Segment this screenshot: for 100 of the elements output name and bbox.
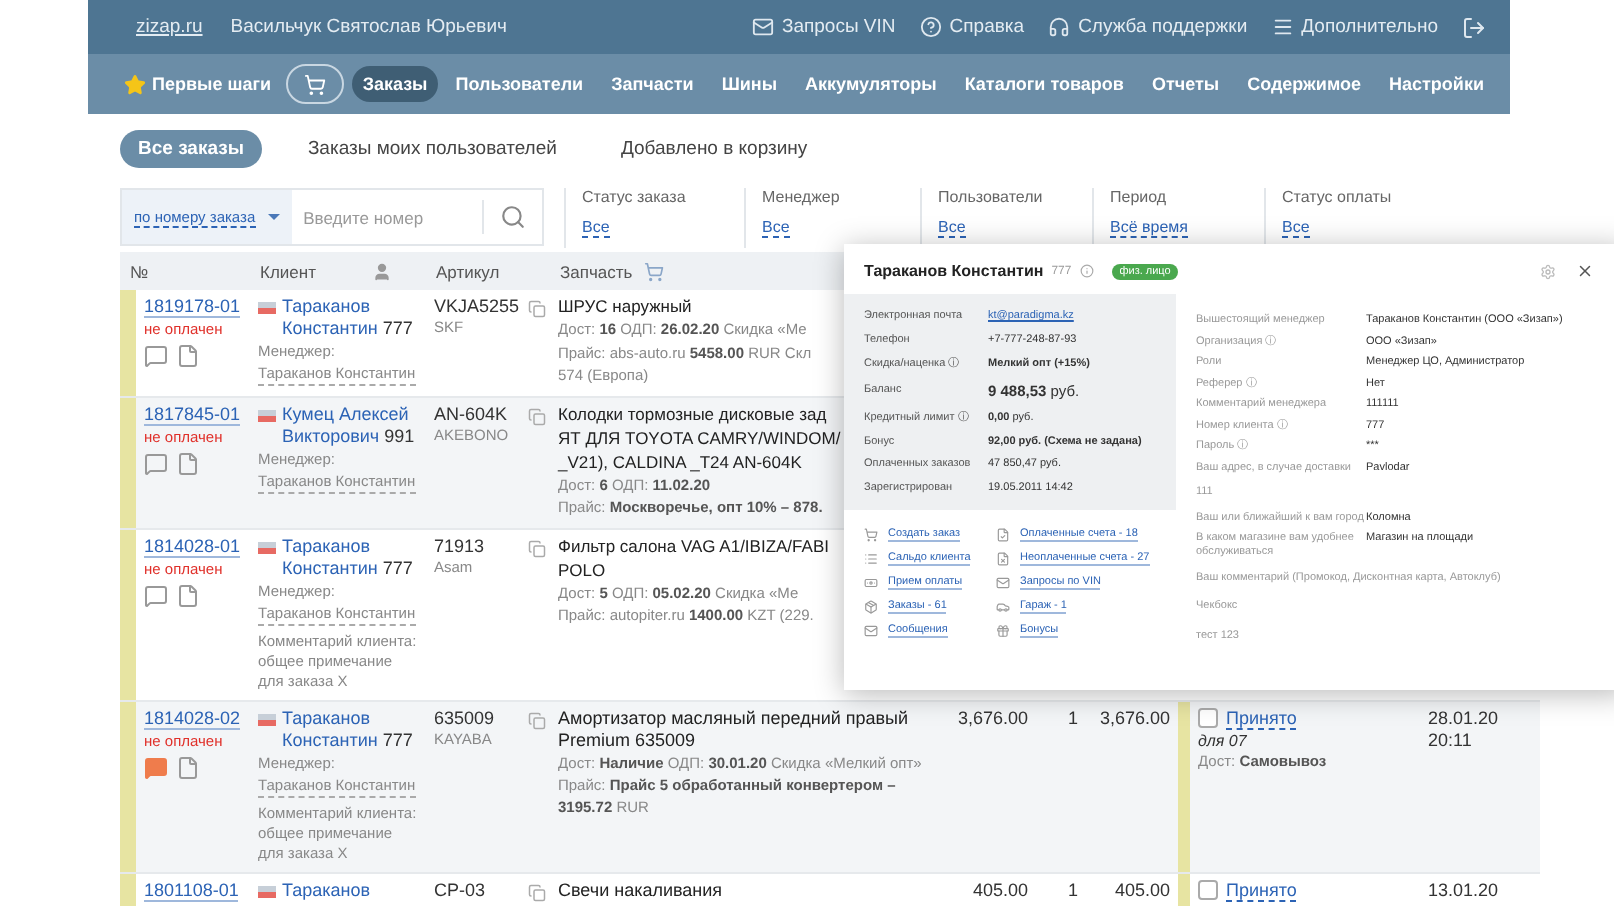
help-icon [919, 16, 942, 38]
top-link[interactable]: Запросы VIN [751, 16, 896, 38]
tab[interactable]: Все заказы [120, 130, 262, 168]
filter-label: Пользователи [938, 188, 1045, 206]
copy-icon[interactable] [528, 883, 546, 901]
sum: 3,676.00 [1099, 707, 1170, 727]
menu-icon [1271, 16, 1294, 38]
article-code: 71913 [434, 535, 485, 555]
filter-label: Статус оплаты [1282, 188, 1394, 206]
copy-icon[interactable] [528, 539, 546, 557]
part-title: Амортизатор масляный передний правый Premium 635009 [558, 707, 911, 751]
comment-icon[interactable] [144, 755, 168, 779]
order-time: 20:11 [1428, 729, 1472, 749]
info-icon[interactable] [1079, 264, 1094, 278]
box-icon [864, 599, 878, 613]
nav-item[interactable]: Пользователи [445, 66, 594, 102]
price: 405.00 [972, 879, 1028, 899]
copy-icon[interactable] [528, 711, 546, 729]
comment-icon[interactable] [144, 583, 168, 607]
flag-icon [258, 713, 276, 725]
client-link[interactable]: Кумец Алексей Викторович 991 [282, 403, 418, 447]
tab[interactable]: Заказы моих пользователей [289, 130, 575, 168]
article-code: AN-604K [434, 403, 508, 423]
client-link[interactable]: Тараканов Константин 777 [282, 535, 418, 579]
comment-icon[interactable] [144, 451, 168, 475]
status-link[interactable]: Принято [1226, 707, 1297, 729]
cart-icon [304, 73, 327, 95]
client-link[interactable]: Тараканов [282, 879, 371, 901]
part-title: Фильтр салона VAG A1/IBIZA/FABI [558, 535, 829, 557]
tab[interactable]: Добавлено в корзину [602, 130, 826, 168]
order-number-link[interactable]: 1814028-02 [144, 707, 241, 729]
article-code: CP-03 [434, 879, 486, 899]
first-steps-link[interactable]: Первые шаги [124, 73, 271, 95]
mail-icon [996, 575, 1010, 589]
filter-value-link[interactable]: Все [938, 218, 966, 238]
checkbox[interactable] [1198, 880, 1218, 900]
nav-item[interactable]: Содержимое [1237, 66, 1372, 102]
comment-icon[interactable] [144, 344, 168, 368]
part-title: ЯТ ДЛЯ TOYOTA CAMRY/WINDOM/ [558, 427, 841, 449]
headphones-icon [1048, 16, 1071, 38]
quantity: 1 [1067, 879, 1078, 899]
top-link[interactable]: Дополнительно [1271, 16, 1438, 38]
banknote-icon [864, 575, 878, 589]
checkbox[interactable] [1198, 708, 1218, 728]
user-icon [371, 261, 392, 281]
filter-label: Менеджер [762, 188, 842, 206]
filter-label: Период [1110, 188, 1169, 206]
settings-icon[interactable] [1540, 263, 1556, 279]
client-link[interactable]: Тараканов Константин 777 [282, 296, 418, 340]
nav-item[interactable]: Аккумуляторы [795, 66, 947, 102]
top-link[interactable]: Служба поддержки [1048, 16, 1248, 38]
column-header: № [130, 261, 149, 281]
nav-item[interactable]: Заказы [352, 66, 438, 102]
nav-item[interactable]: Отчеты [1141, 66, 1230, 102]
article-code: 635009 [434, 707, 495, 727]
site-link[interactable]: zizap.ru [136, 16, 203, 38]
nav-item[interactable]: Настройки [1379, 66, 1494, 102]
filter-value-link[interactable]: Все [582, 218, 610, 238]
article-code: VKJA5255 [434, 296, 520, 316]
flag-icon [258, 541, 276, 553]
star-icon [124, 73, 146, 95]
part-title: _V21), CALDINA _T24 AN-604K [558, 451, 802, 473]
part-title: ШРУС наружный [558, 296, 692, 318]
nav-item[interactable]: Запчасти [601, 66, 704, 102]
document-icon[interactable] [176, 755, 200, 779]
flag-icon [258, 409, 276, 421]
filter-label: Статус заказа [582, 188, 688, 206]
copy-icon[interactable] [528, 407, 546, 425]
document-icon[interactable] [176, 583, 200, 607]
filter-value-link[interactable]: Всё время [1110, 218, 1188, 238]
order-number-link[interactable]: 1801108-01 [144, 879, 239, 901]
order-number-link[interactable]: 1814028-01 [144, 535, 241, 557]
filter-value-link[interactable]: Все [762, 218, 790, 238]
order-number-link[interactable]: 1817845-01 [144, 403, 241, 425]
document-icon[interactable] [176, 451, 200, 475]
part-title: Свечи накаливания [558, 879, 723, 901]
nav-item[interactable]: Каталоги товаров [954, 66, 1134, 102]
status-link[interactable]: Принято [1226, 879, 1297, 901]
copy-icon[interactable] [528, 300, 546, 318]
nav-item[interactable]: Шины [711, 66, 788, 102]
list-icon [864, 551, 878, 565]
top-link[interactable]: Справка [919, 16, 1025, 38]
logout-icon[interactable] [1462, 15, 1486, 39]
cart-button[interactable] [286, 64, 345, 104]
document-icon[interactable] [176, 344, 200, 368]
sum: 405.00 [1114, 879, 1170, 899]
order-number-link[interactable]: 1819178-01 [144, 296, 241, 318]
order-date: 13.01.20 [1428, 879, 1499, 899]
envelope-icon [864, 623, 878, 637]
client-link[interactable]: Тараканов Константин 777 [282, 707, 418, 751]
column-header: Клиент [260, 261, 316, 281]
column-header: Запчасть [560, 261, 633, 281]
close-icon[interactable] [1576, 262, 1594, 280]
cart-icon [864, 527, 878, 541]
price: 3,676.00 [957, 707, 1028, 727]
user-name: Васильчук Святослав Юрьевич [230, 16, 507, 38]
flag-icon [258, 885, 276, 897]
part-title: Колодки тормозные дисковые зад [558, 403, 827, 425]
filter-value-link[interactable]: Все [1282, 218, 1310, 238]
cart-icon [644, 261, 665, 281]
